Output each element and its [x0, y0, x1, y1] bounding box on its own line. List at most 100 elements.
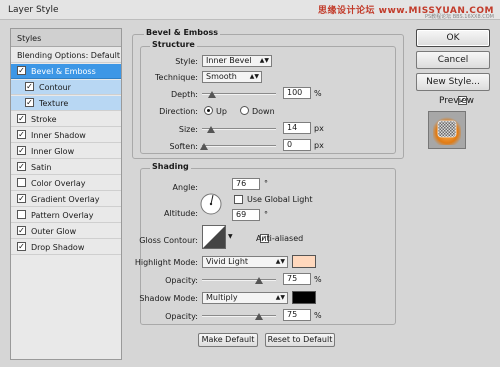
- shadow-opacity-label: Opacity:: [165, 312, 198, 321]
- size-unit: px: [314, 124, 324, 133]
- sidebar-item-label: Drop Shadow: [31, 243, 85, 252]
- highlight-mode-label: Highlight Mode:: [134, 258, 198, 267]
- bevel-emboss-title: Bevel & Emboss: [144, 28, 220, 37]
- sidebar-checkbox[interactable]: [17, 178, 26, 187]
- sidebar-item-pattern-overlay[interactable]: Pattern Overlay: [11, 208, 121, 223]
- gloss-contour-label: Gloss Contour:: [139, 236, 198, 245]
- global-light-label: Use Global Light: [247, 195, 313, 204]
- shadow-opacity-slider-thumb[interactable]: [255, 313, 263, 320]
- highlight-opacity-input[interactable]: 75: [283, 273, 311, 285]
- style-select[interactable]: Inner Bevel ▲▼: [202, 55, 272, 67]
- global-light-checkbox[interactable]: [234, 195, 243, 204]
- gloss-contour-preview[interactable]: [202, 225, 226, 249]
- depth-unit: %: [314, 89, 322, 98]
- technique-select[interactable]: Smooth ▲▼: [202, 71, 262, 83]
- preview-swatch-icon: [433, 117, 461, 145]
- sidebar-checkbox[interactable]: ✓: [17, 162, 26, 171]
- style-preview-thumbnail: [428, 111, 466, 149]
- cancel-button[interactable]: Cancel: [416, 51, 490, 69]
- sidebar-item-label: Satin: [31, 163, 52, 172]
- technique-label: Technique:: [155, 73, 198, 82]
- make-default-button[interactable]: Make Default: [198, 333, 258, 347]
- ok-button[interactable]: OK: [416, 29, 490, 47]
- sidebar-item-label: Contour: [39, 83, 71, 92]
- size-slider-thumb[interactable]: [207, 126, 215, 133]
- soften-label: Soften:: [169, 142, 198, 151]
- soften-unit: px: [314, 141, 324, 150]
- soften-slider-track[interactable]: [202, 145, 276, 147]
- sidebar-item-label: Inner Glow: [31, 147, 75, 156]
- new-style-button[interactable]: New Style...: [416, 73, 490, 91]
- title-bar: Layer Style 思缘设计论坛 www.MISSYUAN.COM PS教程…: [0, 0, 500, 20]
- size-label: Size:: [178, 125, 198, 134]
- highlight-opacity-slider-thumb[interactable]: [255, 277, 263, 284]
- sidebar-item-bevel-emboss[interactable]: ✓ Bevel & Emboss: [11, 64, 121, 79]
- sidebar-item-label: Stroke: [31, 115, 57, 124]
- sidebar-checkbox[interactable]: ✓: [17, 226, 26, 235]
- sidebar-item-label: Inner Shadow: [31, 131, 86, 140]
- chevron-down-icon[interactable]: ▼: [228, 233, 233, 240]
- shadow-mode-select[interactable]: Multiply ▲▼: [202, 292, 288, 304]
- sidebar-checkbox[interactable]: [17, 210, 26, 219]
- depth-input[interactable]: 100: [283, 87, 311, 99]
- chevron-down-icon: ▲▼: [275, 258, 285, 265]
- sidebar-item-satin[interactable]: ✓ Satin: [11, 160, 121, 175]
- chevron-down-icon: ▲▼: [249, 73, 259, 80]
- direction-up-label: Up: [216, 107, 227, 116]
- highlight-opacity-label: Opacity:: [165, 276, 198, 285]
- direction-up-radio[interactable]: [204, 106, 213, 115]
- shadow-opacity-input[interactable]: 75: [283, 309, 311, 321]
- sidebar-item-contour[interactable]: ✓ Contour: [11, 80, 121, 95]
- size-input[interactable]: 14: [283, 122, 311, 134]
- sidebar-item-label: Gradient Overlay: [31, 195, 100, 204]
- sidebar-item-label: Blending Options: Default: [17, 51, 121, 60]
- sidebar-item-label: Pattern Overlay: [31, 211, 94, 220]
- angle-dial[interactable]: [199, 192, 223, 216]
- anti-aliased-label: Anti-aliased: [256, 234, 304, 243]
- style-label: Style:: [175, 57, 198, 66]
- depth-slider-thumb[interactable]: [208, 91, 216, 98]
- sidebar-item-inner-glow[interactable]: ✓ Inner Glow: [11, 144, 121, 159]
- sidebar-checkbox[interactable]: ✓: [17, 114, 26, 123]
- sidebar-checkbox[interactable]: ✓: [17, 66, 26, 75]
- sidebar-item-outer-glow[interactable]: ✓ Outer Glow: [11, 224, 121, 239]
- sidebar-checkbox[interactable]: ✓: [17, 130, 26, 139]
- sidebar-checkbox[interactable]: ✓: [17, 194, 26, 203]
- highlight-color-swatch[interactable]: [292, 255, 316, 268]
- direction-down-radio[interactable]: [240, 106, 249, 115]
- highlight-mode-select[interactable]: Vivid Light ▲▼: [202, 256, 288, 268]
- window-title: Layer Style: [8, 5, 59, 15]
- soften-slider-thumb[interactable]: [200, 143, 208, 150]
- highlight-opacity-unit: %: [314, 275, 322, 284]
- sidebar-item-color-overlay[interactable]: Color Overlay: [11, 176, 121, 191]
- sidebar-item-label: Outer Glow: [31, 227, 77, 236]
- highlight-opacity-slider-track[interactable]: [202, 279, 276, 281]
- sidebar-item-inner-shadow[interactable]: ✓ Inner Shadow: [11, 128, 121, 143]
- shadow-opacity-slider-track[interactable]: [202, 315, 276, 317]
- sidebar-checkbox[interactable]: ✓: [17, 242, 26, 251]
- sidebar-checkbox[interactable]: ✓: [25, 98, 34, 107]
- shadow-mode-label: Shadow Mode:: [139, 294, 198, 303]
- sidebar-item-blending-options-default[interactable]: Blending Options: Default: [11, 48, 121, 63]
- chevron-down-icon: ▲▼: [259, 57, 269, 64]
- sidebar-checkbox[interactable]: ✓: [25, 82, 34, 91]
- angle-unit: °: [264, 179, 268, 188]
- sidebar-item-texture[interactable]: ✓ Texture: [11, 96, 121, 111]
- shading-title: Shading: [150, 162, 191, 171]
- shadow-color-swatch[interactable]: [292, 291, 316, 304]
- altitude-unit: °: [264, 210, 268, 219]
- chevron-down-icon: ▲▼: [275, 294, 285, 301]
- soften-input[interactable]: 0: [283, 139, 311, 151]
- shadow-opacity-unit: %: [314, 311, 322, 320]
- preview-label: Preview: [439, 96, 475, 106]
- reset-to-default-button[interactable]: Reset to Default: [265, 333, 335, 347]
- sidebar-item-drop-shadow[interactable]: ✓ Drop Shadow: [11, 240, 121, 255]
- sidebar-item-label: Bevel & Emboss: [31, 67, 96, 76]
- sidebar-item-gradient-overlay[interactable]: ✓ Gradient Overlay: [11, 192, 121, 207]
- structure-title: Structure: [150, 40, 197, 49]
- angle-input[interactable]: 76: [232, 178, 260, 190]
- sidebar-item-stroke[interactable]: ✓ Stroke: [11, 112, 121, 127]
- styles-header[interactable]: Styles: [11, 29, 121, 47]
- altitude-input[interactable]: 69: [232, 209, 260, 221]
- sidebar-checkbox[interactable]: ✓: [17, 146, 26, 155]
